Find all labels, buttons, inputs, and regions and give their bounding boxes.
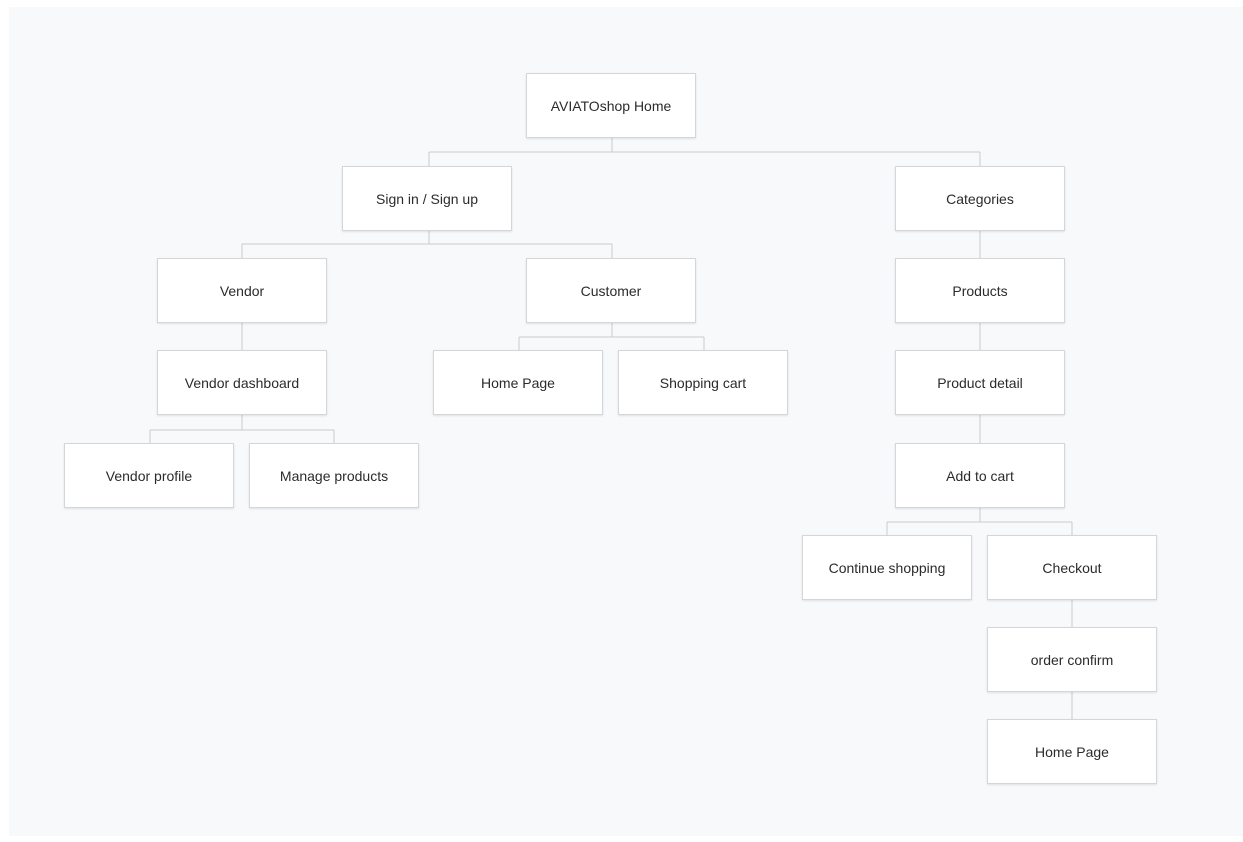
node-vendor-profile[interactable]: Vendor profile xyxy=(64,443,234,508)
node-order-confirm[interactable]: order confirm xyxy=(987,627,1157,692)
node-sign-in-sign-up[interactable]: Sign in / Sign up xyxy=(342,166,512,231)
node-continue-shopping[interactable]: Continue shopping xyxy=(802,535,972,600)
node-label: Customer xyxy=(580,282,642,299)
node-label: Shopping cart xyxy=(659,374,747,391)
node-label: Vendor profile xyxy=(105,467,193,484)
node-vendor-dashboard[interactable]: Vendor dashboard xyxy=(157,350,327,415)
node-label: Manage products xyxy=(279,467,389,484)
node-customer-home-page[interactable]: Home Page xyxy=(433,350,603,415)
node-label: AVIATOshop Home xyxy=(550,97,672,114)
node-products[interactable]: Products xyxy=(895,258,1065,323)
node-label: Categories xyxy=(946,190,1014,207)
node-customer[interactable]: Customer xyxy=(526,258,696,323)
node-manage-products[interactable]: Manage products xyxy=(249,443,419,508)
node-product-detail[interactable]: Product detail xyxy=(895,350,1065,415)
node-shopping-cart[interactable]: Shopping cart xyxy=(618,350,788,415)
node-checkout[interactable]: Checkout xyxy=(987,535,1157,600)
node-vendor[interactable]: Vendor xyxy=(157,258,327,323)
node-label: Vendor xyxy=(219,282,265,299)
node-aviatoshop-home[interactable]: AVIATOshop Home xyxy=(526,73,696,138)
node-add-to-cart[interactable]: Add to cart xyxy=(895,443,1065,508)
node-final-home-page[interactable]: Home Page xyxy=(987,719,1157,784)
node-categories[interactable]: Categories xyxy=(895,166,1065,231)
node-label: Checkout xyxy=(1042,559,1102,576)
node-label: Product detail xyxy=(937,374,1023,391)
node-label: Home Page xyxy=(1035,743,1109,760)
node-label: Add to cart xyxy=(946,467,1014,484)
node-label: Sign in / Sign up xyxy=(376,190,478,207)
node-label: Products xyxy=(952,282,1008,299)
node-label: Home Page xyxy=(481,374,555,391)
node-label: Vendor dashboard xyxy=(184,374,300,391)
node-label: order confirm xyxy=(1030,651,1114,668)
node-label: Continue shopping xyxy=(828,559,946,576)
